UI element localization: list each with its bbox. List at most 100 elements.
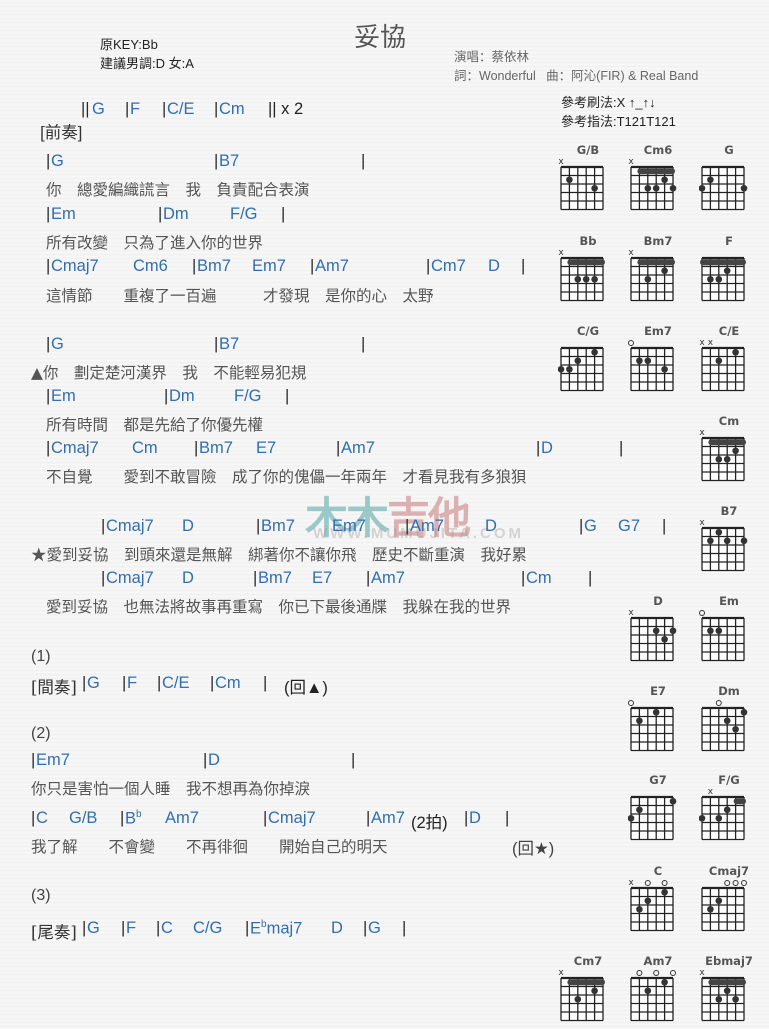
original-key: 原KEY:Bb: [100, 37, 158, 52]
finger-dot: [636, 905, 643, 913]
mute-marker: x: [628, 878, 634, 888]
bar-line: |: [281, 205, 286, 223]
chord-diagram-cm7: Cm7x3: [558, 954, 618, 1026]
finger-dot: [644, 275, 652, 283]
chord-label: B7: [219, 335, 240, 353]
chord-diagram-em: Em: [699, 594, 759, 666]
chord-grid: x: [558, 248, 605, 302]
finger-dot: [723, 537, 731, 545]
barre: [708, 979, 746, 986]
suggested-key: 建議男調:D 女:A: [100, 56, 194, 71]
open-string-marker: [644, 880, 651, 886]
bar-line: |: [210, 674, 215, 692]
finger-dot: [636, 357, 643, 365]
bar-line: |: [588, 569, 593, 587]
lyric-line: 這情節 重複了一百遍 才發現 是你的心 太野: [46, 287, 434, 305]
bar-line: |: [203, 751, 208, 769]
finger-dot: [715, 455, 723, 463]
finger-dot: [669, 797, 677, 805]
open-string-marker: [628, 340, 634, 346]
grid-bg: [631, 708, 673, 751]
barre: [700, 259, 746, 266]
finger-dot: [591, 348, 598, 356]
chord-grid: [628, 700, 674, 752]
chord-label: Am7: [371, 809, 405, 827]
chord-grid: x3: [628, 157, 677, 211]
finger-dot: [715, 275, 723, 283]
strum-pattern: 參考刷法:X ↑_↑↓: [561, 95, 656, 110]
lyric-line: 你 總愛編織謊言 我 負責配合表演: [46, 181, 310, 199]
intro-label: [前奏]: [40, 124, 83, 142]
finger-dot: [661, 888, 668, 896]
finger-dot: [636, 717, 643, 725]
bar-line: |: [46, 439, 51, 457]
bar-line: |: [363, 919, 368, 937]
chord-label: C/E: [162, 674, 190, 692]
chord-label: Bm7: [261, 517, 295, 535]
chord-grid: [701, 700, 748, 752]
chord-label: G: [51, 335, 64, 353]
bar-line: |: [521, 257, 526, 275]
flat-sign: b: [261, 919, 267, 930]
open-string-marker: [653, 970, 660, 976]
finger-dot: [699, 184, 706, 192]
mute-marker: x: [558, 248, 564, 258]
finger-dot: [715, 627, 723, 635]
chord-grid: x: [558, 157, 604, 211]
finger-dot: [715, 995, 723, 1003]
chord-label: C: [161, 919, 173, 937]
bar-line: |: [156, 919, 161, 937]
intro-line: [前奏]: [31, 100, 82, 143]
bar-line: |: [158, 205, 163, 223]
bar-line: |: [310, 257, 315, 275]
outro-label: [尾奏]: [31, 923, 77, 942]
finger-dot: [661, 978, 668, 986]
singer: 演唱：蔡依林: [454, 50, 530, 64]
chord-label: Em: [51, 387, 76, 405]
bar-line: |: [101, 517, 106, 535]
finger-dot: [740, 708, 748, 716]
chord-grid: [701, 880, 747, 932]
bar-line: |: [245, 919, 250, 937]
chord-label: G: [92, 100, 105, 118]
chord-grid: [628, 340, 674, 392]
finger-dot: [652, 184, 660, 192]
barre: [637, 168, 675, 175]
chord-label: C: [36, 809, 48, 827]
chord-label: G/B: [69, 809, 98, 827]
chord-diagram-dm: Dm: [699, 684, 759, 756]
chord-diagram-ebmaj7: Ebmaj7x6: [699, 954, 759, 1026]
bar-line: |: [662, 517, 667, 535]
mute-marker: x: [708, 787, 714, 797]
finger-dot: [652, 627, 660, 635]
mute-marker: x: [699, 428, 705, 438]
barre: [637, 259, 675, 266]
bar-line: |: [192, 257, 197, 275]
finger-dot: [715, 528, 723, 536]
chord-label: Dm: [169, 387, 195, 405]
chord-label: B7: [219, 152, 240, 170]
chord-label: D: [182, 517, 194, 535]
finger-dot: [591, 184, 598, 192]
chord-diagram-g: G: [699, 143, 759, 215]
chord-diagram-g7: G7: [628, 773, 688, 845]
finger-dot: [740, 537, 748, 545]
chord-diagram-e7: E7: [628, 684, 688, 756]
open-string-marker: [628, 700, 634, 706]
finger-dot: [723, 717, 731, 725]
lyric-line: ▲你 劃定楚河漢界 我 不能輕易犯規: [31, 364, 307, 382]
finger-dot: [723, 987, 731, 995]
chord-label: Cmaj7: [51, 257, 99, 275]
barre: [708, 439, 746, 446]
chord-label: G: [584, 517, 597, 535]
bar-line: |: [122, 674, 127, 692]
lyric-line: 你只是害怕一個人睡 我不想再為你掉淚: [31, 780, 311, 798]
bar-line: |: [214, 335, 219, 353]
finger-dot: [732, 995, 739, 1003]
finger-dot: [669, 627, 677, 635]
finger-dot: [707, 627, 714, 635]
chord-grid: x6: [699, 968, 746, 1022]
credits: 詞：Wonderful 曲：阿沁(FIR) & Real Band: [454, 69, 699, 83]
chord-label: Am7: [371, 569, 405, 587]
chord-label-b-flat: Bb: [125, 809, 142, 828]
